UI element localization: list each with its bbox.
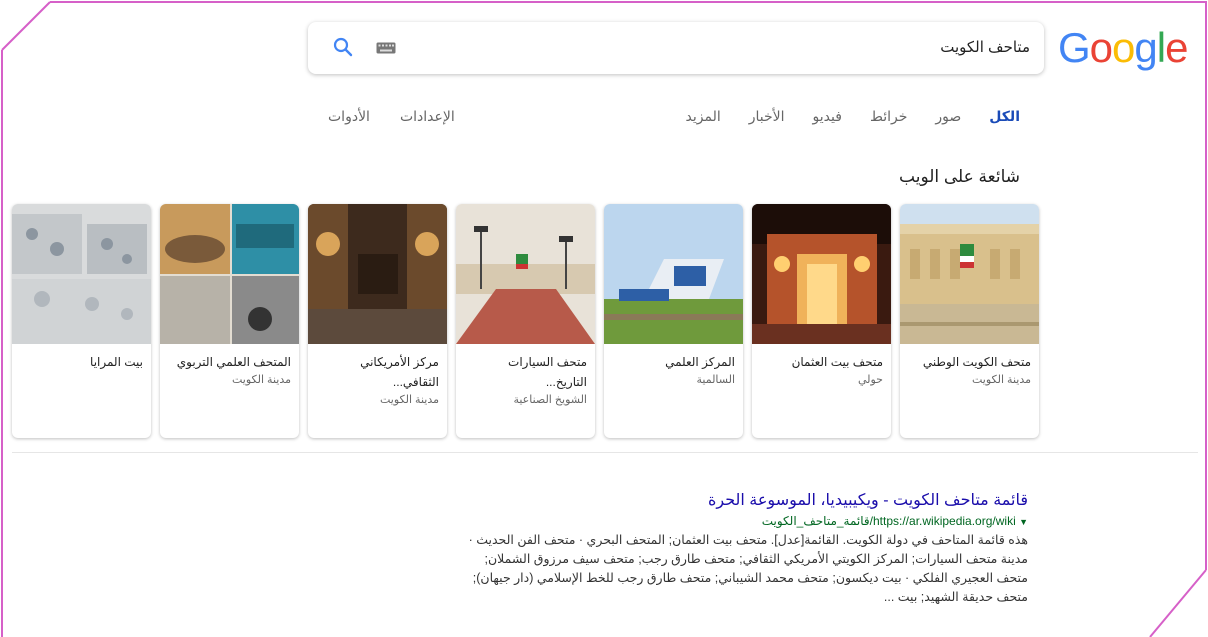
museum-name: متحف الكويت الوطني xyxy=(922,355,1031,369)
search-tools: الإعدادات الأدوات xyxy=(328,108,455,125)
snippet-line: مدينة متحف السيارات; المركز الكويتي الأم… xyxy=(484,552,1028,566)
tab-all[interactable]: الكل xyxy=(989,108,1020,125)
tab-more[interactable]: المزيد xyxy=(686,108,721,125)
search-input[interactable]: متاحف الكويت xyxy=(940,38,1030,56)
result-title-link[interactable]: قائمة متاحف الكويت - ويكيبيديا، الموسوعة… xyxy=(368,490,1028,512)
museum-carousel: متحف الكويت الوطني مدينة الكويت متحف بيت… xyxy=(12,204,1039,438)
museum-name: المتحف العلمي التربوي xyxy=(176,355,291,369)
settings-link[interactable]: الإعدادات xyxy=(400,108,455,125)
museum-name: مركز الأمريكاني الثقافي... xyxy=(360,355,439,389)
museum-photo xyxy=(160,204,299,344)
trending-title: شائعة على الويب xyxy=(899,167,1020,186)
tab-news[interactable]: الأخبار xyxy=(749,108,785,125)
museum-card[interactable]: متحف الكويت الوطني مدينة الكويت xyxy=(900,204,1039,438)
museum-card[interactable]: بيت المرايا xyxy=(12,204,151,438)
museum-name: بيت المرايا xyxy=(90,355,143,369)
keyboard-icon[interactable] xyxy=(376,42,396,54)
museum-name: متحف بيت العثمان xyxy=(791,355,883,369)
museum-photo xyxy=(604,204,743,344)
museum-name: متحف السيارات التاريخ... xyxy=(508,355,587,389)
museum-photo xyxy=(752,204,891,344)
tab-maps[interactable]: خرائط xyxy=(870,108,907,125)
result-url[interactable]: ▼ https://ar.wikipedia.org/wiki/قائمة_مت… xyxy=(368,512,1028,531)
museum-location: مدينة الكويت xyxy=(379,394,439,406)
logo-letter: G xyxy=(1058,24,1091,71)
result-url-text: https://ar.wikipedia.org/wiki/قائمة_متاح… xyxy=(761,514,1016,528)
museum-location: مدينة الكويت xyxy=(231,374,291,386)
search-icon[interactable] xyxy=(332,36,354,58)
snippet-line: متحف العجيري الفلكي · بيت ديكسون; متحف م… xyxy=(472,571,1028,585)
search-tabs: الكل صور خرائط فيديو الأخبار المزيد xyxy=(686,108,1020,125)
museum-card[interactable]: المتحف العلمي التربوي مدينة الكويت xyxy=(160,204,299,438)
search-box[interactable]: متاحف الكويت xyxy=(308,22,1044,74)
logo-letter: e xyxy=(1165,24,1188,71)
google-logo[interactable]: Google xyxy=(1058,24,1188,72)
snippet-line: هذه قائمة المتاحف في دولة الكويت. القائم… xyxy=(468,533,1028,547)
logo-letter: o xyxy=(1089,24,1113,71)
museum-card[interactable]: المركز العلمي السالمية xyxy=(604,204,743,438)
logo-letter: o xyxy=(1112,24,1135,71)
museum-location: حولي xyxy=(857,374,883,386)
museum-photo xyxy=(900,204,1039,344)
museum-photo xyxy=(456,204,595,344)
museum-location: السالمية xyxy=(696,374,736,386)
museum-location: الشويخ الصناعية xyxy=(513,394,587,406)
dropdown-arrow-icon[interactable]: ▼ xyxy=(1019,517,1028,527)
search-result: قائمة متاحف الكويت - ويكيبيديا، الموسوعة… xyxy=(368,490,1028,607)
snippet-line: متحف حديقة الشهيد; بيت ... xyxy=(883,590,1028,604)
museum-photo xyxy=(308,204,447,344)
museum-photo xyxy=(12,204,151,344)
tools-link[interactable]: الأدوات xyxy=(328,108,370,125)
section-divider xyxy=(12,452,1198,453)
museum-card[interactable]: متحف السيارات التاريخ... الشويخ الصناعية xyxy=(456,204,595,438)
logo-letter: l xyxy=(1156,24,1166,71)
logo-letter: g xyxy=(1134,24,1157,71)
museum-card[interactable]: مركز الأمريكاني الثقافي... مدينة الكويت xyxy=(308,204,447,438)
result-snippet: هذه قائمة المتاحف في دولة الكويت. القائم… xyxy=(368,531,1028,607)
tab-videos[interactable]: فيديو xyxy=(813,108,842,125)
museum-card[interactable]: متحف بيت العثمان حولي xyxy=(752,204,891,438)
tab-images[interactable]: صور xyxy=(935,108,961,125)
museum-name: المركز العلمي xyxy=(665,355,735,369)
museum-location: مدينة الكويت xyxy=(971,374,1031,386)
